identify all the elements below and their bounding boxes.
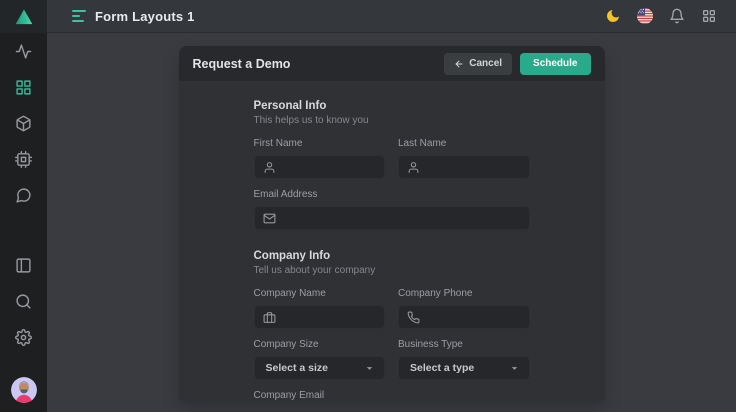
email-address-label: Email Address (254, 189, 530, 200)
company-phone-label: Company Phone (398, 288, 530, 299)
company-phone-input[interactable] (427, 311, 521, 323)
section-company-info: Company Info Tell us about your company … (254, 250, 530, 403)
business-type-label: Business Type (398, 339, 530, 350)
chevron-down-icon (364, 363, 375, 374)
user-icon (263, 161, 276, 174)
cpu-icon (15, 151, 32, 168)
search-icon (15, 293, 32, 310)
app-logo[interactable] (0, 0, 47, 33)
chat-bubble-icon (15, 187, 32, 204)
sidebar-panel-icon (15, 257, 32, 274)
dark-mode-toggle[interactable] (604, 7, 622, 25)
activity-icon (15, 43, 32, 60)
sidebar-item-components[interactable] (7, 115, 41, 132)
section-heading: Personal Info (254, 100, 530, 112)
company-email-field: Company Email (254, 390, 530, 403)
main-area: Form Layouts 1 (47, 0, 736, 412)
section-subheading: This helps us to know you (254, 115, 530, 126)
last-name-label: Last Name (398, 138, 530, 149)
section-heading: Company Info (254, 250, 530, 262)
content-area: Request a Demo Cancel Schedule (47, 33, 736, 412)
language-selector[interactable] (636, 7, 654, 25)
menu-toggle-button[interactable] (72, 8, 86, 24)
sidebar-item-dashboards[interactable] (7, 79, 41, 96)
topbar: Form Layouts 1 (47, 0, 736, 33)
sidebar-item-messages[interactable] (7, 187, 41, 204)
cancel-button[interactable]: Cancel (444, 53, 512, 75)
section-personal-info: Personal Info This helps us to know you … (254, 100, 530, 230)
form-card-body: Personal Info This helps us to know you … (179, 81, 605, 403)
company-size-select[interactable]: Select a size (254, 356, 386, 380)
page-title: Form Layouts 1 (95, 9, 195, 24)
business-type-select[interactable]: Select a type (398, 356, 530, 380)
sidebar-item-search[interactable] (7, 293, 41, 310)
gear-icon (15, 329, 32, 346)
menu-icon (72, 10, 86, 12)
form-card-header: Request a Demo Cancel Schedule (179, 46, 605, 81)
business-type-value: Select a type (410, 362, 474, 374)
first-name-field: First Name (254, 138, 386, 179)
sidebar-item-system[interactable] (7, 151, 41, 168)
cancel-button-label: Cancel (469, 58, 502, 69)
first-name-input[interactable] (283, 161, 377, 173)
sidebar-item-panels[interactable] (7, 257, 41, 274)
form-title: Request a Demo (193, 57, 291, 71)
notifications-button[interactable] (668, 7, 686, 25)
company-name-label: Company Name (254, 288, 386, 299)
email-address-field: Email Address (254, 189, 530, 230)
company-size-value: Select a size (266, 362, 328, 374)
grid-icon (15, 79, 32, 96)
company-email-label: Company Email (254, 390, 530, 401)
arrow-left-icon (454, 59, 464, 69)
email-address-input[interactable] (283, 212, 521, 224)
business-type-field: Business Type Select a type (398, 339, 530, 380)
sidebar-nav-top (7, 33, 41, 204)
bell-icon (669, 8, 685, 24)
form-header-actions: Cancel Schedule (444, 53, 590, 75)
user-icon (407, 161, 420, 174)
company-name-input[interactable] (283, 311, 377, 323)
form-card: Request a Demo Cancel Schedule (179, 46, 605, 403)
sidebar-nav-bottom (7, 257, 41, 412)
apps-grid-icon (701, 8, 717, 24)
last-name-field: Last Name (398, 138, 530, 179)
first-name-label: First Name (254, 138, 386, 149)
company-size-label: Company Size (254, 339, 386, 350)
topbar-actions (604, 7, 718, 25)
user-avatar[interactable] (11, 377, 37, 403)
sidebar-item-settings[interactable] (7, 329, 41, 346)
us-flag-icon (637, 8, 653, 24)
app-root: Form Layouts 1 (0, 0, 736, 412)
company-size-field: Company Size Select a size (254, 339, 386, 380)
briefcase-icon (263, 311, 276, 324)
sidebar-item-activity[interactable] (7, 43, 41, 60)
section-subheading: Tell us about your company (254, 265, 530, 276)
company-phone-field: Company Phone (398, 288, 530, 329)
triangle-logo-icon (14, 7, 34, 27)
mail-icon (263, 212, 276, 225)
chevron-down-icon (509, 363, 520, 374)
moon-icon (605, 8, 621, 24)
phone-icon (407, 311, 420, 324)
apps-menu-button[interactable] (700, 7, 718, 25)
icon-sidebar (0, 0, 47, 412)
last-name-input[interactable] (427, 161, 521, 173)
company-name-field: Company Name (254, 288, 386, 329)
box-icon (15, 115, 32, 132)
schedule-button[interactable]: Schedule (520, 53, 590, 75)
